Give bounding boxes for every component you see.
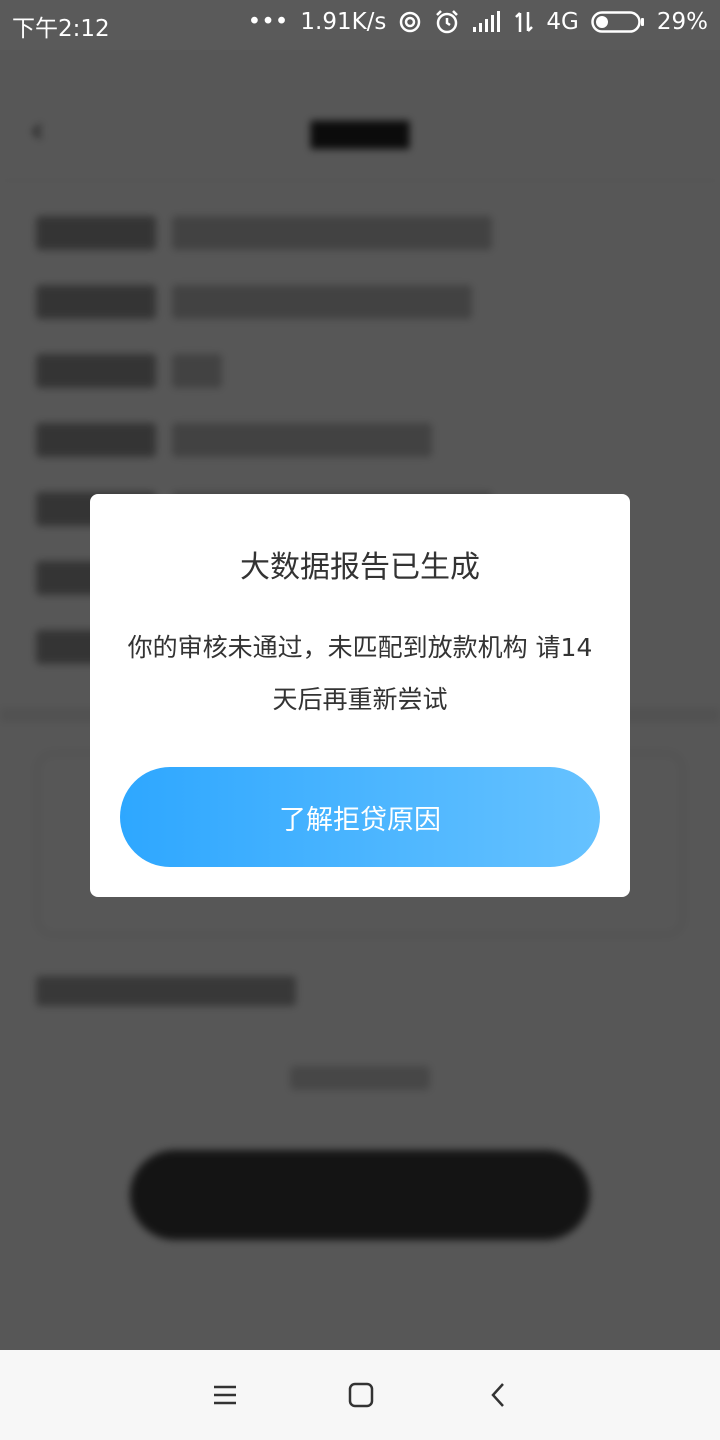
navigation-bar: [0, 1350, 720, 1440]
battery-icon: [591, 10, 645, 34]
network-type: 4G: [546, 9, 579, 35]
dialog-title: 大数据报告已生成: [240, 550, 480, 585]
more-icon: •••: [247, 9, 289, 35]
network-speed: 1.91K/s: [300, 9, 387, 35]
dialog-message: 你的审核未通过，未匹配到放款机构 请14天后再重新尝试: [127, 633, 593, 714]
back-icon[interactable]: [476, 1372, 522, 1418]
screen: 下午2:12 ••• 1.91K/s 4G 29% 大数据报告已生成 你的审核未…: [0, 0, 720, 1440]
battery-percent: 29%: [656, 9, 708, 35]
sync-icon: [398, 10, 422, 34]
status-time: 下午2:12: [12, 16, 110, 42]
status-right-group: ••• 1.91K/s 4G 29%: [248, 9, 708, 35]
alarm-icon: [434, 9, 460, 35]
signal-icon: [472, 11, 502, 33]
data-transfer-icon: [514, 10, 534, 34]
learn-rejection-reason-button[interactable]: 了解拒贷原因: [120, 767, 600, 867]
home-icon[interactable]: [338, 1372, 384, 1418]
menu-icon[interactable]: [202, 1372, 248, 1418]
result-dialog: 大数据报告已生成 你的审核未通过，未匹配到放款机构 请14天后再重新尝试 了解拒…: [90, 494, 630, 897]
status-bar: 下午2:12 ••• 1.91K/s 4G 29%: [0, 0, 720, 50]
